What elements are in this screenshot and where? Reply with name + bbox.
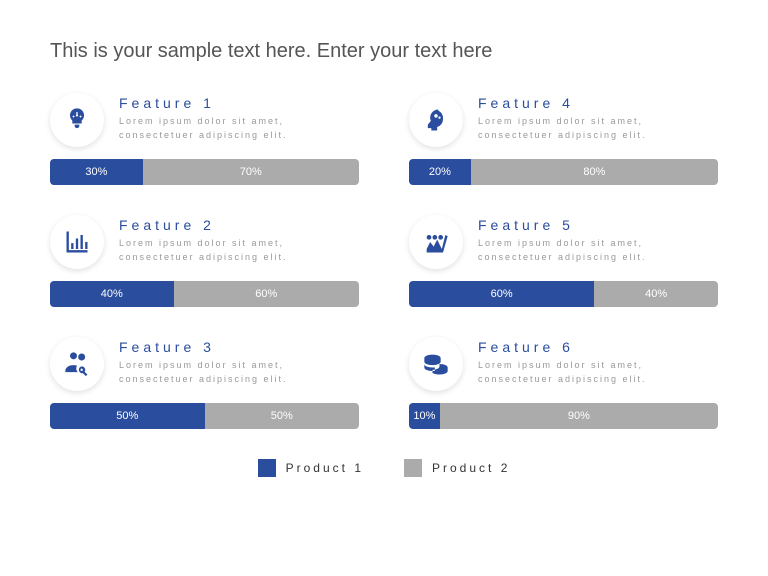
legend-label: Product 1 <box>286 461 364 475</box>
product2-segment: 60% <box>174 281 359 307</box>
coins-icon <box>409 337 463 391</box>
people-search-icon <box>50 337 104 391</box>
feature-title: Feature 2 <box>119 217 359 233</box>
feature-desc: Lorem ipsum dolor sit amet, consectetuer… <box>119 359 359 386</box>
product1-segment: 20% <box>409 159 471 185</box>
feature-desc: Lorem ipsum dolor sit amet, consectetuer… <box>478 237 718 264</box>
legend: Product 1 Product 2 <box>50 459 718 477</box>
legend-item-product1: Product 1 <box>258 459 364 477</box>
people-arrow-icon <box>409 215 463 269</box>
product2-segment: 80% <box>471 159 718 185</box>
product1-segment: 50% <box>50 403 205 429</box>
comparison-bar: 40% 60% <box>50 281 359 307</box>
feature-card: Feature 5 Lorem ipsum dolor sit amet, co… <box>409 215 718 307</box>
product2-segment: 70% <box>143 159 359 185</box>
product1-segment: 40% <box>50 281 174 307</box>
product2-segment: 90% <box>440 403 718 429</box>
feature-desc: Lorem ipsum dolor sit amet, consectetuer… <box>119 115 359 142</box>
feature-title: Feature 1 <box>119 95 359 111</box>
comparison-bar: 10% 90% <box>409 403 718 429</box>
feature-card: Feature 6 Lorem ipsum dolor sit amet, co… <box>409 337 718 429</box>
product2-segment: 50% <box>205 403 360 429</box>
feature-card: Feature 4 Lorem ipsum dolor sit amet, co… <box>409 93 718 185</box>
head-gears-icon <box>409 93 463 147</box>
feature-grid: Feature 1 Lorem ipsum dolor sit amet, co… <box>50 93 718 429</box>
legend-swatch-product1 <box>258 459 276 477</box>
feature-desc: Lorem ipsum dolor sit amet, consectetuer… <box>478 359 718 386</box>
feature-title: Feature 5 <box>478 217 718 233</box>
bar-chart-icon <box>50 215 104 269</box>
comparison-bar: 30% 70% <box>50 159 359 185</box>
comparison-bar: 20% 80% <box>409 159 718 185</box>
feature-desc: Lorem ipsum dolor sit amet, consectetuer… <box>119 237 359 264</box>
legend-swatch-product2 <box>404 459 422 477</box>
feature-card: Feature 2 Lorem ipsum dolor sit amet, co… <box>50 215 359 307</box>
feature-title: Feature 4 <box>478 95 718 111</box>
comparison-bar: 50% 50% <box>50 403 359 429</box>
lightbulb-icon <box>50 93 104 147</box>
feature-desc: Lorem ipsum dolor sit amet, consectetuer… <box>478 115 718 142</box>
product1-segment: 10% <box>409 403 440 429</box>
feature-title: Feature 6 <box>478 339 718 355</box>
legend-label: Product 2 <box>432 461 510 475</box>
feature-card: Feature 3 Lorem ipsum dolor sit amet, co… <box>50 337 359 429</box>
feature-card: Feature 1 Lorem ipsum dolor sit amet, co… <box>50 93 359 185</box>
product2-segment: 40% <box>594 281 718 307</box>
comparison-bar: 60% 40% <box>409 281 718 307</box>
product1-segment: 30% <box>50 159 143 185</box>
page-title: This is your sample text here. Enter you… <box>50 40 718 63</box>
product1-segment: 60% <box>409 281 594 307</box>
feature-title: Feature 3 <box>119 339 359 355</box>
legend-item-product2: Product 2 <box>404 459 510 477</box>
